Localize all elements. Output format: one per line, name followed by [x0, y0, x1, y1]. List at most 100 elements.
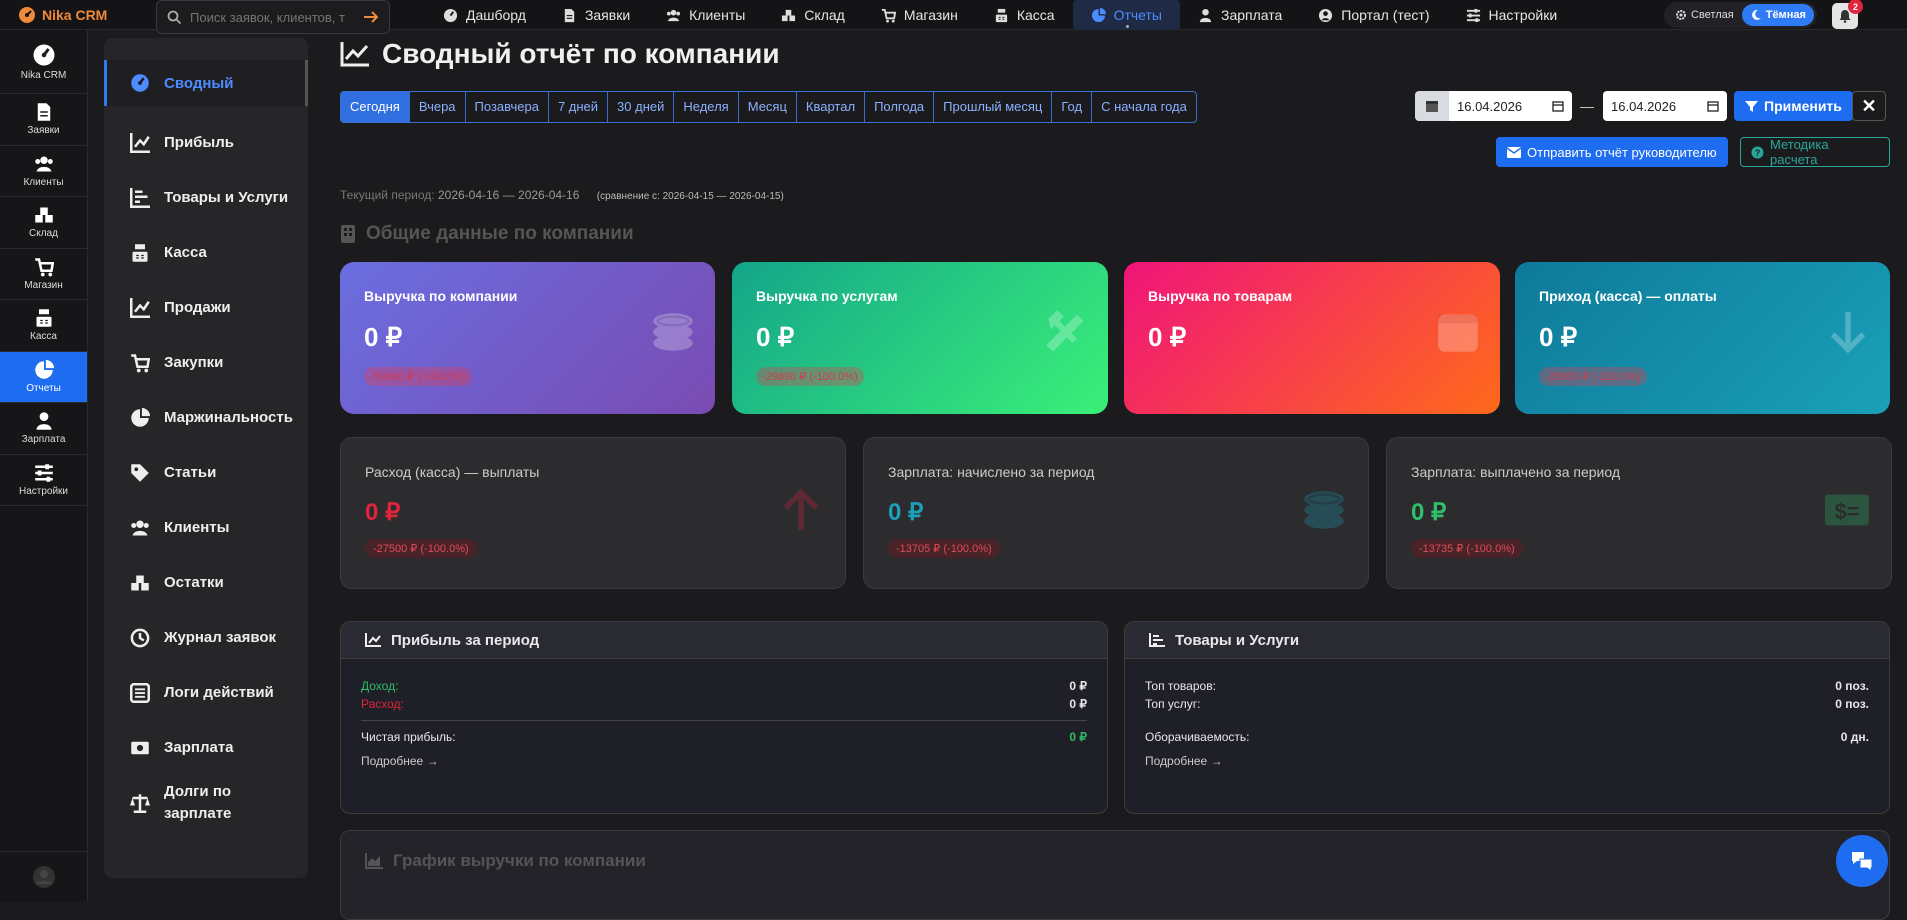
list-icon: [130, 682, 150, 703]
nav-item-8[interactable]: Портал (тест): [1300, 0, 1447, 30]
nav-item-7[interactable]: Зарплата: [1180, 0, 1300, 30]
nav-label: Заявки: [584, 7, 631, 23]
side-item-8[interactable]: Клиенты: [104, 500, 308, 555]
brand[interactable]: Nika CRM: [0, 6, 155, 24]
side-item-6[interactable]: Маржинальность: [104, 390, 308, 445]
envelope-icon: [1507, 146, 1521, 158]
sliders-icon: [34, 463, 54, 483]
side-item-2[interactable]: Товары и Услуги: [104, 170, 308, 225]
cart-icon: [881, 8, 896, 23]
rail-item-7[interactable]: Зарплата: [0, 403, 87, 455]
stat-card-label: Выручка по услугам: [756, 288, 898, 304]
search-submit-icon[interactable]: [363, 10, 379, 24]
period-button-0[interactable]: Сегодня: [341, 92, 410, 122]
rail-item-5[interactable]: Касса: [0, 300, 87, 352]
rail-item-1[interactable]: Заявки: [0, 94, 87, 146]
boxes-icon: [130, 573, 150, 593]
nav-item-1[interactable]: Заявки: [544, 0, 648, 30]
gear-icon: [1675, 9, 1687, 21]
rail-user-avatar[interactable]: [0, 851, 88, 901]
side-item-0[interactable]: Сводный: [104, 60, 308, 106]
period-button-9[interactable]: Прошлый месяц: [934, 92, 1053, 122]
search-box[interactable]: [156, 0, 390, 34]
top-bar: Nika CRM Дашборд Заявки Клиенты Склад Магази…: [0, 0, 1907, 34]
top-goods-value: 0 поз.: [1835, 679, 1869, 693]
date-from[interactable]: 16.04.2026: [1415, 91, 1572, 121]
detail-card-delta: -13735 ₽ (-100.0%): [1411, 539, 1523, 558]
period-button-1[interactable]: Вчера: [410, 92, 466, 122]
cart-icon: [130, 353, 150, 373]
chat-button[interactable]: [1836, 835, 1888, 887]
search-input[interactable]: [190, 9, 355, 25]
side-item-5[interactable]: Закупки: [104, 335, 308, 390]
date-to-input[interactable]: 16.04.2026: [1603, 91, 1727, 121]
date-to[interactable]: 16.04.2026: [1603, 91, 1727, 121]
reset-button[interactable]: ✕: [1852, 91, 1886, 121]
stat-card-label: Выручка по товарам: [1148, 288, 1293, 304]
nav-item-9[interactable]: Настройки: [1448, 0, 1576, 30]
theme-light-button[interactable]: Светлая: [1667, 4, 1742, 26]
side-item-13[interactable]: Долги по зарплате: [104, 775, 308, 830]
goods-panel-header: Товары и Услуги: [1125, 622, 1889, 659]
nav-item-6[interactable]: Отчеты: [1072, 0, 1180, 30]
period-button-5[interactable]: Неделя: [674, 92, 739, 122]
user-circle-icon: [33, 865, 55, 888]
calendar-picker-icon[interactable]: [1552, 100, 1564, 112]
side-item-12[interactable]: Зарплата: [104, 720, 308, 775]
side-label: Клиенты: [164, 519, 230, 536]
brand-logo-icon: [18, 6, 36, 24]
notifications-button[interactable]: 2: [1832, 0, 1863, 29]
side-label: Маржинальность: [164, 409, 293, 426]
income-value: 0 ₽: [1069, 679, 1087, 693]
line-chart-icon: [130, 132, 150, 153]
scale-icon: [130, 793, 150, 813]
rail-item-4[interactable]: Магазин: [0, 249, 87, 300]
period-button-3[interactable]: 7 дней: [549, 92, 609, 122]
apply-button[interactable]: Применить: [1734, 91, 1853, 121]
file-icon: [562, 8, 577, 23]
goods-panel: Товары и Услуги Топ товаров: 0 поз. Топ у…: [1124, 621, 1890, 814]
side-item-9[interactable]: Остатки: [104, 555, 308, 610]
nav-item-0[interactable]: Дашборд: [425, 0, 544, 30]
rail-item-6[interactable]: Отчеты: [0, 351, 87, 403]
calendar-icon: [1415, 91, 1449, 121]
stat-card-value: 0 ₽: [756, 322, 795, 352]
nav-item-5[interactable]: Касса: [976, 0, 1073, 30]
line-chart-icon: [130, 297, 150, 318]
rail-item-8[interactable]: Настройки: [0, 455, 87, 506]
rail-label: Склад: [29, 228, 58, 240]
period-button-11[interactable]: С начала года: [1092, 92, 1196, 122]
send-report-button[interactable]: Отправить отчёт руководителю: [1496, 137, 1728, 167]
svg-text:$=: $=: [1834, 499, 1859, 524]
calendar-picker-icon[interactable]: [1707, 100, 1719, 112]
side-item-7[interactable]: Статьи: [104, 445, 308, 500]
profit-more-link[interactable]: Подробнее →: [341, 754, 1107, 768]
side-item-10[interactable]: Журнал заявок: [104, 610, 308, 665]
period-button-8[interactable]: Полгода: [865, 92, 935, 122]
period-button-7[interactable]: Квартал: [797, 92, 866, 122]
bar-list-icon: [1149, 633, 1165, 647]
expense-label: Расход:: [361, 697, 404, 711]
nav-item-4[interactable]: Магазин: [863, 0, 976, 30]
rail-item-0[interactable]: Nika CRM: [0, 30, 87, 94]
nav-item-2[interactable]: Клиенты: [648, 0, 763, 30]
nav-item-3[interactable]: Склад: [763, 0, 863, 30]
rail-label: Магазин: [24, 279, 63, 291]
period-button-10[interactable]: Год: [1052, 92, 1093, 122]
side-item-4[interactable]: Продажи: [104, 280, 308, 335]
period-button-6[interactable]: Месяц: [739, 92, 797, 122]
gauge-icon: [130, 73, 150, 93]
date-from-input[interactable]: 16.04.2026: [1449, 91, 1572, 121]
side-item-11[interactable]: Логи действий: [104, 665, 308, 720]
period-button-4[interactable]: 30 дней: [608, 92, 675, 122]
rail-item-3[interactable]: Склад: [0, 197, 87, 249]
side-item-1[interactable]: Прибыль: [104, 115, 308, 170]
period-button-2[interactable]: Позавчера: [466, 92, 549, 122]
method-button[interactable]: ? Методика расчета: [1740, 137, 1890, 167]
goods-more-link[interactable]: Подробнее →: [1125, 754, 1889, 768]
theme-dark-button[interactable]: Тёмная: [1741, 4, 1814, 26]
boxes-icon: [34, 205, 54, 225]
side-item-3[interactable]: Касса: [104, 225, 308, 280]
side-label: Прибыль: [164, 134, 234, 151]
rail-item-2[interactable]: Клиенты: [0, 146, 87, 197]
